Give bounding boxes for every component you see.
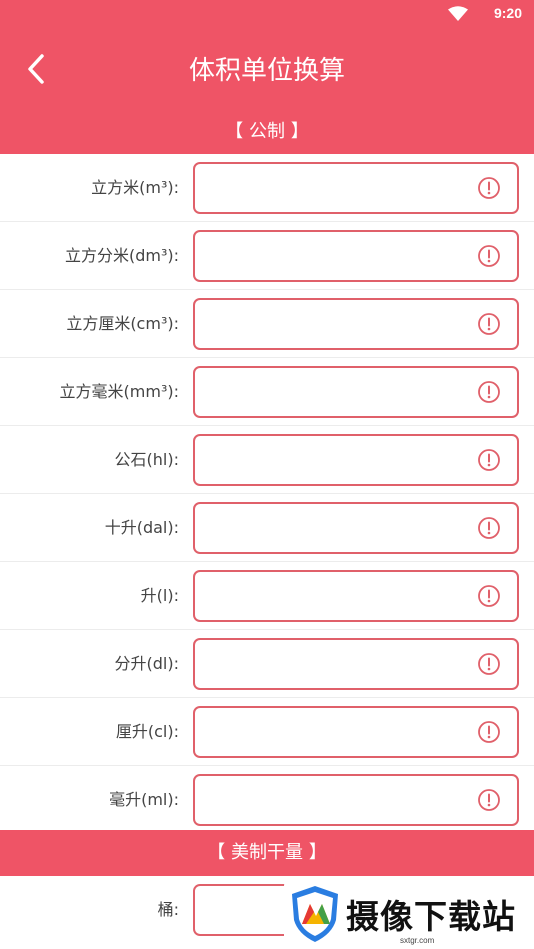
hectoliter-input[interactable] [195, 436, 465, 482]
error-icon [478, 245, 500, 267]
unit-label: 升(l): [140, 586, 179, 605]
cubic-meter-input[interactable] [195, 164, 465, 210]
unit-label: 公石(hl): [114, 450, 179, 469]
watermark-url: sxtgr.com [400, 936, 435, 945]
error-icon [478, 449, 500, 471]
cubic-decimeter-input[interactable] [195, 232, 465, 278]
error-icon [478, 585, 500, 607]
unit-row: 厘升(cl): [0, 698, 534, 766]
shield-logo-icon [292, 886, 338, 942]
milliliter-input[interactable] [195, 776, 465, 822]
error-icon [478, 313, 500, 335]
cubic-centimeter-input[interactable] [195, 300, 465, 346]
unit-input-box[interactable] [193, 366, 519, 418]
centiliter-input[interactable] [195, 708, 465, 754]
unit-row: 毫升(ml): [0, 766, 534, 834]
unit-label: 桶: [157, 900, 179, 919]
unit-row: 升(l): [0, 562, 534, 630]
cubic-millimeter-input[interactable] [195, 368, 465, 414]
liter-input[interactable] [195, 572, 465, 618]
unit-label: 分升(dl): [114, 654, 179, 673]
unit-input-box[interactable] [193, 502, 519, 554]
unit-label: 十升(dal): [104, 518, 179, 537]
watermark: 摄像下载站 sxtgr.com [284, 878, 534, 949]
error-icon [478, 517, 500, 539]
status-bar: 9:20 [0, 0, 534, 28]
unit-input-box[interactable] [193, 638, 519, 690]
unit-row: 立方米(m³): [0, 154, 534, 222]
unit-input-box[interactable] [193, 298, 519, 350]
error-icon [478, 381, 500, 403]
unit-label: 厘升(cl): [115, 722, 179, 741]
unit-label: 立方分米(dm³): [64, 246, 179, 265]
unit-label: 立方毫米(mm³): [59, 382, 179, 401]
unit-label: 立方米(m³): [91, 178, 179, 197]
error-icon [478, 653, 500, 675]
unit-row: 分升(dl): [0, 630, 534, 698]
unit-row: 十升(dal): [0, 494, 534, 562]
unit-input-box[interactable] [193, 162, 519, 214]
error-icon [478, 721, 500, 743]
unit-label: 毫升(ml): [109, 790, 179, 809]
unit-row: 立方分米(dm³): [0, 222, 534, 290]
error-icon [478, 177, 500, 199]
unit-input-box[interactable] [193, 434, 519, 486]
error-icon [478, 789, 500, 811]
unit-label: 立方厘米(cm³): [66, 314, 179, 333]
unit-input-box[interactable] [193, 570, 519, 622]
app-bar: 体积单位换算 [0, 28, 534, 110]
unit-row: 立方厘米(cm³): [0, 290, 534, 358]
unit-input-box[interactable] [193, 230, 519, 282]
unit-input-box[interactable] [193, 774, 519, 826]
deciliter-input[interactable] [195, 640, 465, 686]
section-header-us-dry: 【 美制干量 】 [0, 830, 534, 876]
decaliter-input[interactable] [195, 504, 465, 550]
unit-row: 立方毫米(mm³): [0, 358, 534, 426]
unit-input-box[interactable] [193, 706, 519, 758]
watermark-text: 摄像下载站 [346, 897, 516, 936]
section-header-metric: 【 公制 】 [0, 110, 534, 154]
wifi-icon [448, 6, 468, 21]
page-title: 体积单位换算 [188, 56, 345, 86]
status-time: 9:20 [493, 5, 522, 21]
unit-row: 公石(hl): [0, 426, 534, 494]
